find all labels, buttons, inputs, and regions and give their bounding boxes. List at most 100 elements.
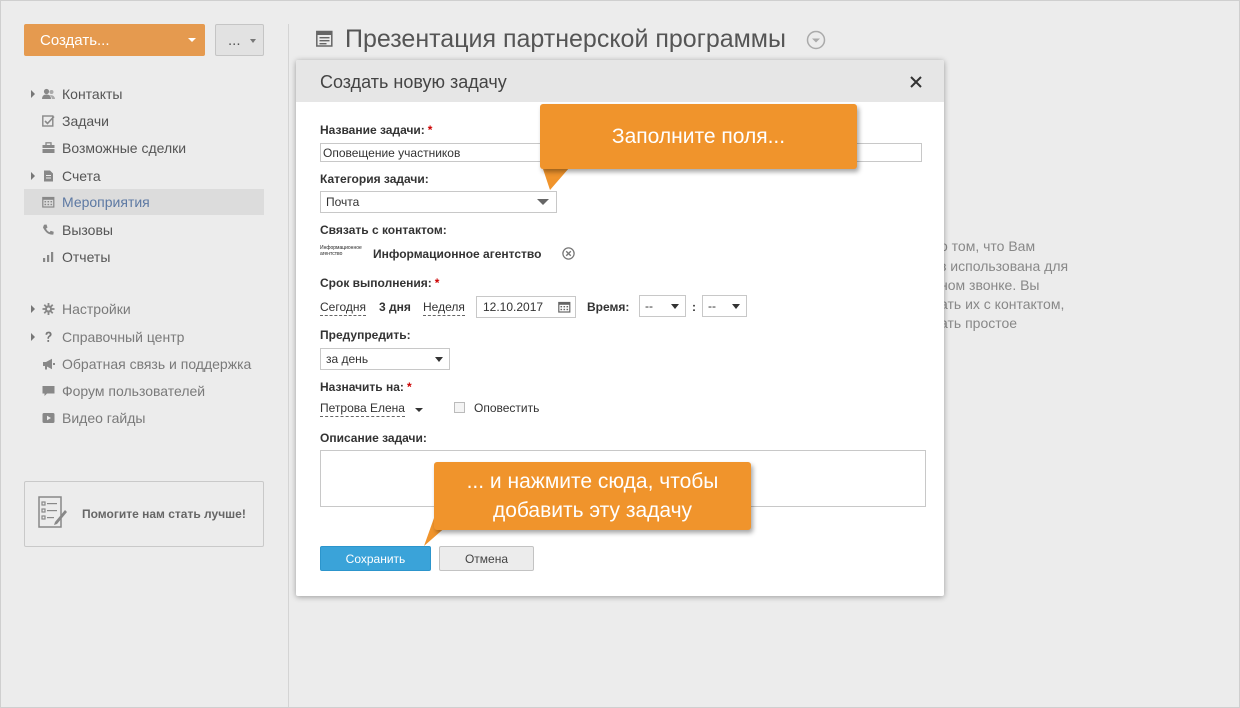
due-label-text: Срок выполнения: <box>320 276 432 290</box>
chevron-down-icon <box>732 304 740 309</box>
required-marker: * <box>427 123 433 137</box>
sidebar-item-reports[interactable]: Отчеты <box>24 244 264 270</box>
chevron-down-icon[interactable] <box>415 408 423 412</box>
sidebar-item-label: Возможные сделки <box>62 140 187 156</box>
chevron-down-icon <box>671 304 679 309</box>
time-hours-value: -- <box>645 299 653 313</box>
expand-arrow-icon[interactable] <box>31 333 35 341</box>
expand-arrow-icon[interactable] <box>31 305 35 313</box>
expand-arrow-icon[interactable] <box>31 172 35 180</box>
chevron-down-icon <box>435 357 443 362</box>
sidebar: Создать... ... Контакты Задачи Возможные… <box>0 0 288 708</box>
callout-fill-fields: Заполните поля... <box>540 104 857 169</box>
more-button-label: ... <box>228 31 241 49</box>
remind-select[interactable]: за день <box>320 348 450 370</box>
reports-icon <box>43 252 54 262</box>
close-icon[interactable] <box>908 74 924 90</box>
chevron-down-icon <box>537 199 549 205</box>
save-button[interactable]: Сохранить <box>320 546 431 571</box>
due-week-link[interactable]: Неделя <box>423 300 465 316</box>
sidebar-item-events[interactable]: Мероприятия <box>24 189 264 215</box>
tasks-icon <box>42 115 55 127</box>
feedback-banner-label: Помогите нам стать лучше! <box>82 507 246 521</box>
survey-icon <box>38 496 67 528</box>
task-name-label-text: Название задачи: <box>320 123 425 137</box>
phone-icon <box>43 224 54 235</box>
page-title: Презентация партнерской программы <box>345 25 786 53</box>
sidebar-item-label: Мероприятия <box>62 194 150 210</box>
chevron-down-icon[interactable] <box>806 30 826 50</box>
assign-label: Назначить на: * <box>320 380 412 394</box>
background-text: з использована для <box>940 258 1069 274</box>
more-button[interactable]: ... <box>215 24 264 56</box>
contacts-icon <box>42 88 55 99</box>
time-separator: : <box>692 300 696 314</box>
assign-label-text: Назначить на: <box>320 380 404 394</box>
sidebar-item-invoices[interactable]: Счета <box>24 163 264 189</box>
sidebar-item-label: Настройки <box>62 301 131 317</box>
background-text: ать простое <box>940 315 1018 331</box>
event-icon <box>316 30 333 47</box>
sidebar-divider <box>288 24 289 708</box>
sidebar-item-deals[interactable]: Возможные сделки <box>24 135 264 161</box>
sidebar-item-label: Форум пользователей <box>62 383 206 399</box>
help-icon <box>45 331 52 342</box>
sidebar-item-contacts[interactable]: Контакты <box>24 81 264 107</box>
deals-icon <box>42 142 55 153</box>
callout-text: Заполните поля... <box>611 125 786 148</box>
category-select[interactable]: Почта <box>320 191 557 213</box>
sidebar-item-settings[interactable]: Настройки <box>24 296 264 322</box>
expand-arrow-icon[interactable] <box>31 90 35 98</box>
sidebar-item-label: Задачи <box>62 113 110 129</box>
task-name-label: Название задачи: * <box>320 123 432 137</box>
forum-icon <box>42 386 55 396</box>
callout-click-save: ... и нажмите сюда, чтобы добавить эту з… <box>434 462 751 530</box>
cancel-button[interactable]: Отмена <box>439 546 534 571</box>
contact-logo-text: Информационное агентство <box>320 245 362 257</box>
remove-contact-icon[interactable] <box>562 247 575 260</box>
create-button-label: Создать... <box>40 31 110 49</box>
megaphone-icon <box>43 358 55 370</box>
sidebar-item-forum[interactable]: Форум пользователей <box>24 378 264 404</box>
time-label: Время: <box>587 300 630 314</box>
due-3days-option[interactable]: 3 дня <box>379 300 411 314</box>
chevron-down-icon <box>250 39 256 43</box>
required-marker: * <box>434 276 440 290</box>
dialog-title: Создать новую задачу <box>320 72 507 92</box>
calendar-icon[interactable] <box>558 301 571 313</box>
background-text: ном звонке. Вы <box>940 277 1040 293</box>
notify-checkbox[interactable] <box>454 402 465 413</box>
sidebar-item-video-guides[interactable]: Видео гайды <box>24 405 264 431</box>
gear-icon <box>42 303 55 315</box>
callout-text: ... и нажмите сюда, чтобы <box>466 470 719 493</box>
sidebar-item-feedback[interactable]: Обратная связь и поддержка <box>24 351 264 377</box>
callout-text: добавить эту задачу <box>492 499 693 522</box>
due-today-link[interactable]: Сегодня <box>320 300 366 316</box>
sidebar-item-label: Контакты <box>62 86 123 102</box>
invoices-icon <box>44 170 53 182</box>
sidebar-item-help[interactable]: Справочный центр <box>24 324 264 350</box>
assignee-link[interactable]: Петрова Елена <box>320 401 405 417</box>
video-icon <box>42 413 55 423</box>
sidebar-item-label: Справочный центр <box>62 329 185 345</box>
required-marker: * <box>406 380 412 394</box>
time-hours-select[interactable]: -- <box>639 295 686 317</box>
create-button[interactable]: Создать... <box>24 24 205 56</box>
remind-label: Предупредить: <box>320 328 411 342</box>
chevron-down-icon <box>188 38 196 42</box>
sidebar-item-label: Вызовы <box>62 222 113 238</box>
calendar-icon <box>42 196 55 208</box>
time-minutes-select[interactable]: -- <box>702 295 747 317</box>
category-label: Категория задачи: <box>320 172 429 186</box>
sidebar-item-label: Счета <box>62 168 101 184</box>
feedback-banner[interactable]: Помогите нам стать лучше! <box>24 481 264 547</box>
contact-label: Связать с контактом: <box>320 223 447 237</box>
due-label: Срок выполнения: * <box>320 276 439 290</box>
sidebar-item-tasks[interactable]: Задачи <box>24 108 264 134</box>
notify-label: Оповестить <box>474 401 540 415</box>
sidebar-item-calls[interactable]: Вызовы <box>24 217 264 243</box>
time-minutes-value: -- <box>708 299 716 313</box>
description-label: Описание задачи: <box>320 431 427 445</box>
dialog-header: Создать новую задачу <box>296 60 944 102</box>
contact-name: Информационное агентство <box>373 247 542 261</box>
